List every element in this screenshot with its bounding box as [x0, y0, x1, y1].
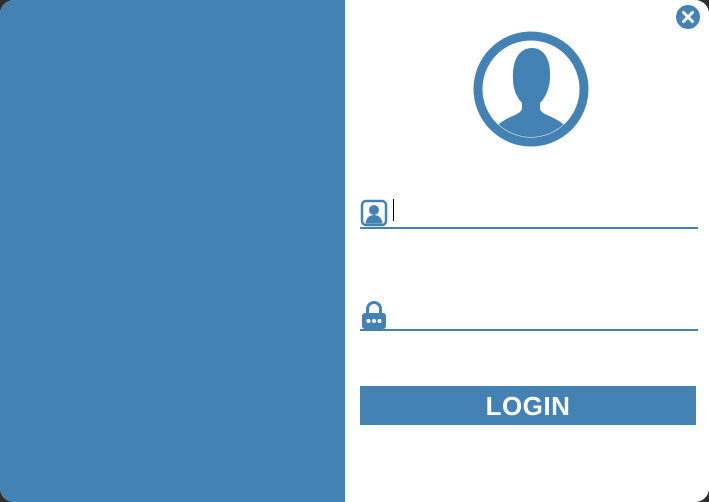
- user-icon: [360, 198, 388, 228]
- username-underline: [360, 227, 698, 229]
- password-input[interactable]: [392, 299, 696, 327]
- username-input[interactable]: [392, 197, 696, 225]
- username-field-group: [360, 195, 698, 229]
- user-avatar-icon: [471, 29, 591, 149]
- lock-icon: [360, 300, 388, 330]
- password-field-group: [360, 297, 698, 331]
- close-icon: [682, 11, 694, 23]
- login-button[interactable]: LOGIN: [360, 386, 696, 425]
- decorative-side-panel: [0, 0, 345, 502]
- password-underline: [360, 329, 698, 331]
- close-button[interactable]: [676, 5, 700, 29]
- text-caret: [393, 199, 394, 221]
- login-window: [0, 0, 709, 502]
